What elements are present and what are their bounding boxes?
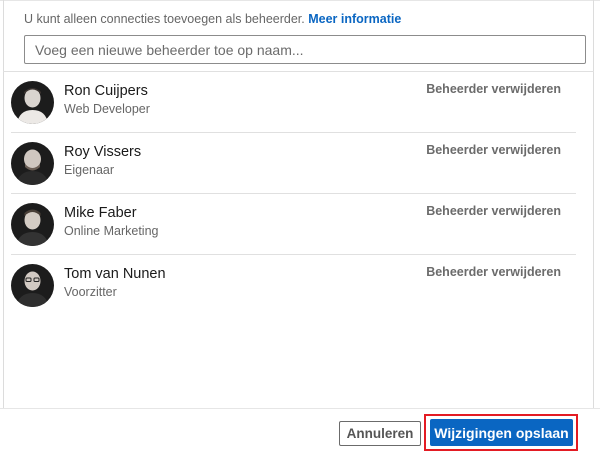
avatar [11,142,54,185]
save-changes-button[interactable]: Wijzigingen opslaan [430,419,573,446]
cancel-button[interactable]: Annuleren [339,421,421,446]
admin-role: Web Developer [64,102,150,116]
remove-admin-button[interactable]: Beheerder verwijderen [426,82,561,96]
avatar [11,264,54,307]
admin-name[interactable]: Mike Faber [64,205,137,221]
admin-role: Online Marketing [64,224,159,238]
admin-row: Tom van Nunen Voorzitter Beheerder verwi… [3,255,594,316]
admin-name[interactable]: Tom van Nunen [64,266,166,282]
admin-row: Ron Cuijpers Web Developer Beheerder ver… [3,72,594,133]
add-admin-search-input[interactable] [24,35,586,64]
admin-list: Ron Cuijpers Web Developer Beheerder ver… [3,72,594,316]
admin-name[interactable]: Roy Vissers [64,144,141,160]
admin-name[interactable]: Ron Cuijpers [64,83,148,99]
more-info-link[interactable]: Meer informatie [308,12,401,26]
info-text: U kunt alleen connecties toevoegen als b… [24,12,401,26]
footer-divider [0,408,600,409]
remove-admin-button[interactable]: Beheerder verwijderen [426,204,561,218]
info-message: U kunt alleen connecties toevoegen als b… [24,12,305,26]
remove-admin-button[interactable]: Beheerder verwijderen [426,265,561,279]
admin-role: Voorzitter [64,285,117,299]
avatar [11,81,54,124]
admin-role: Eigenaar [64,163,115,177]
avatar [11,203,54,246]
admin-row: Mike Faber Online Marketing Beheerder ve… [3,194,594,255]
remove-admin-button[interactable]: Beheerder verwijderen [426,143,561,157]
admin-row: Roy Vissers Eigenaar Beheerder verwijder… [3,133,594,194]
